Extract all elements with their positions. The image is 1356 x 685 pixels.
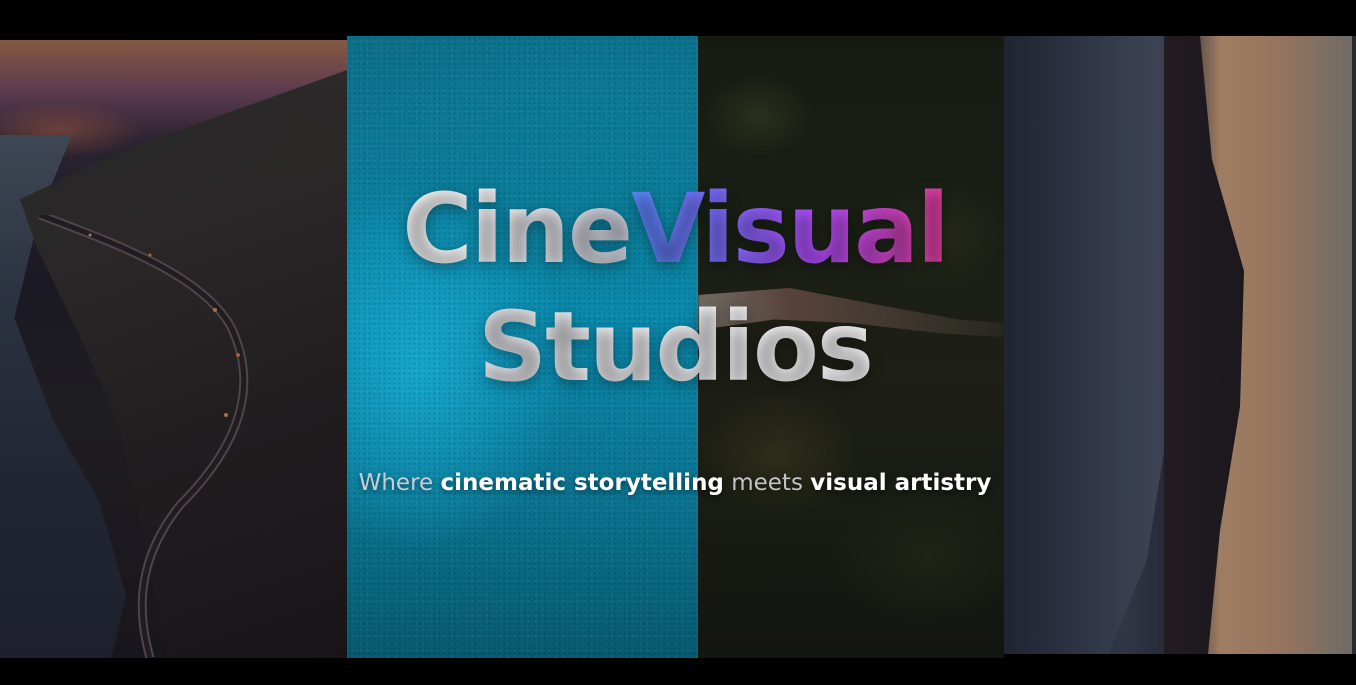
video-panel-coastline [1004,36,1352,654]
title-cine: Cine [402,173,633,285]
title-studios: Studios [300,288,1050,406]
subtitle-meets: meets [723,470,811,496]
title-line-1: CineVisual [300,170,1050,288]
panel-shade [0,40,347,658]
title-visual: Visual [631,173,950,285]
subtitle-cinematic-storytelling: cinematic storytelling [440,470,724,496]
hero-content: CineVisual Studios Where cinematic story… [300,170,1050,496]
page-scrollbar[interactable] [1352,36,1356,654]
video-panel-coastal-road [0,40,347,658]
hero-section: CineVisual Studios Where cinematic story… [0,0,1356,685]
hero-title: CineVisual Studios [300,170,1050,406]
subtitle-where: Where [358,470,441,496]
panel-shade [1004,36,1352,654]
hero-subtitle: Where cinematic storytelling meets visua… [300,470,1050,496]
subtitle-visual-artistry: visual artistry [810,470,992,496]
